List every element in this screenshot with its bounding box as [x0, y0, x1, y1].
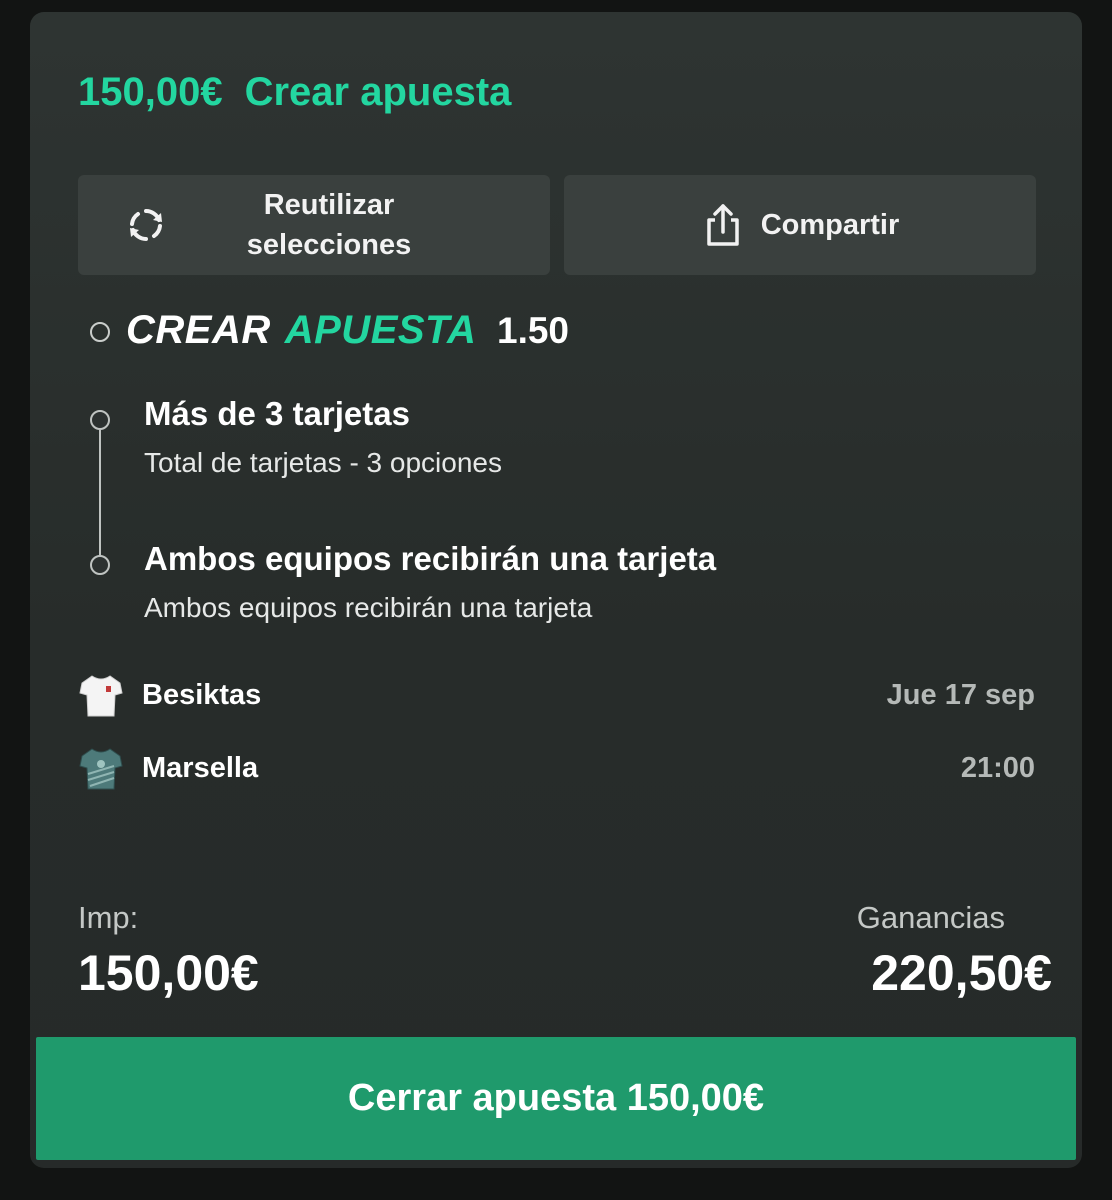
- bet-builder-logo: CREAR APUESTA: [126, 308, 476, 353]
- home-team-name: Besiktas: [142, 679, 262, 711]
- logo-part1: CREAR: [126, 308, 271, 352]
- reuse-selections-button[interactable]: Reutilizar selecciones: [78, 175, 550, 275]
- share-label: Compartir: [760, 208, 900, 241]
- bet-builder-dot: [90, 322, 110, 342]
- winnings-value: 220,50€: [871, 945, 1052, 1001]
- selection-title: Más de 3 tarjetas: [144, 395, 410, 432]
- header-amount: 150,00€: [78, 70, 223, 114]
- place-bet-label: Cerrar apuesta 150,00€: [347, 1077, 765, 1119]
- selection-title: Ambos equipos recibirán una tarjeta: [144, 540, 717, 577]
- refresh-icon: [130, 209, 162, 241]
- selection-subtitle: Total de tarjetas - 3 opciones: [144, 447, 502, 478]
- logo-part2: APUESTA: [284, 308, 477, 352]
- bet-slip-header: 150,00€ Crear apuesta: [78, 70, 511, 115]
- selection-dot: [90, 410, 110, 430]
- timeline-line: [99, 430, 101, 556]
- place-bet-button[interactable]: Cerrar apuesta 150,00€: [36, 1037, 1076, 1160]
- reuse-label-line1: Reutilizar: [263, 189, 395, 221]
- match-time: 21:00: [960, 752, 1035, 784]
- share-icon: [706, 204, 739, 246]
- stake-label: Imp:: [78, 900, 139, 935]
- teal-shirt-icon: [79, 748, 123, 790]
- bet-odds: 1.50: [497, 310, 570, 351]
- match-date: Jue 17 sep: [886, 679, 1035, 711]
- selection-subtitle: Ambos equipos recibirán una tarjeta: [144, 592, 593, 623]
- share-button[interactable]: Compartir: [564, 175, 1036, 275]
- reuse-label-line2: selecciones: [246, 229, 412, 261]
- bet-slip-card: 150,00€ Crear apuesta Reutilizar seleccio…: [30, 12, 1082, 1168]
- away-team-name: Marsella: [142, 752, 259, 784]
- stake-value: 150,00€: [78, 945, 259, 1001]
- white-shirt-icon: [79, 675, 123, 717]
- winnings-label: Ganancias: [856, 900, 1005, 935]
- selection-dot: [90, 555, 110, 575]
- reuse-selections-label: Reutilizar selecciones: [247, 185, 411, 265]
- header-title: Crear apuesta: [244, 70, 512, 114]
